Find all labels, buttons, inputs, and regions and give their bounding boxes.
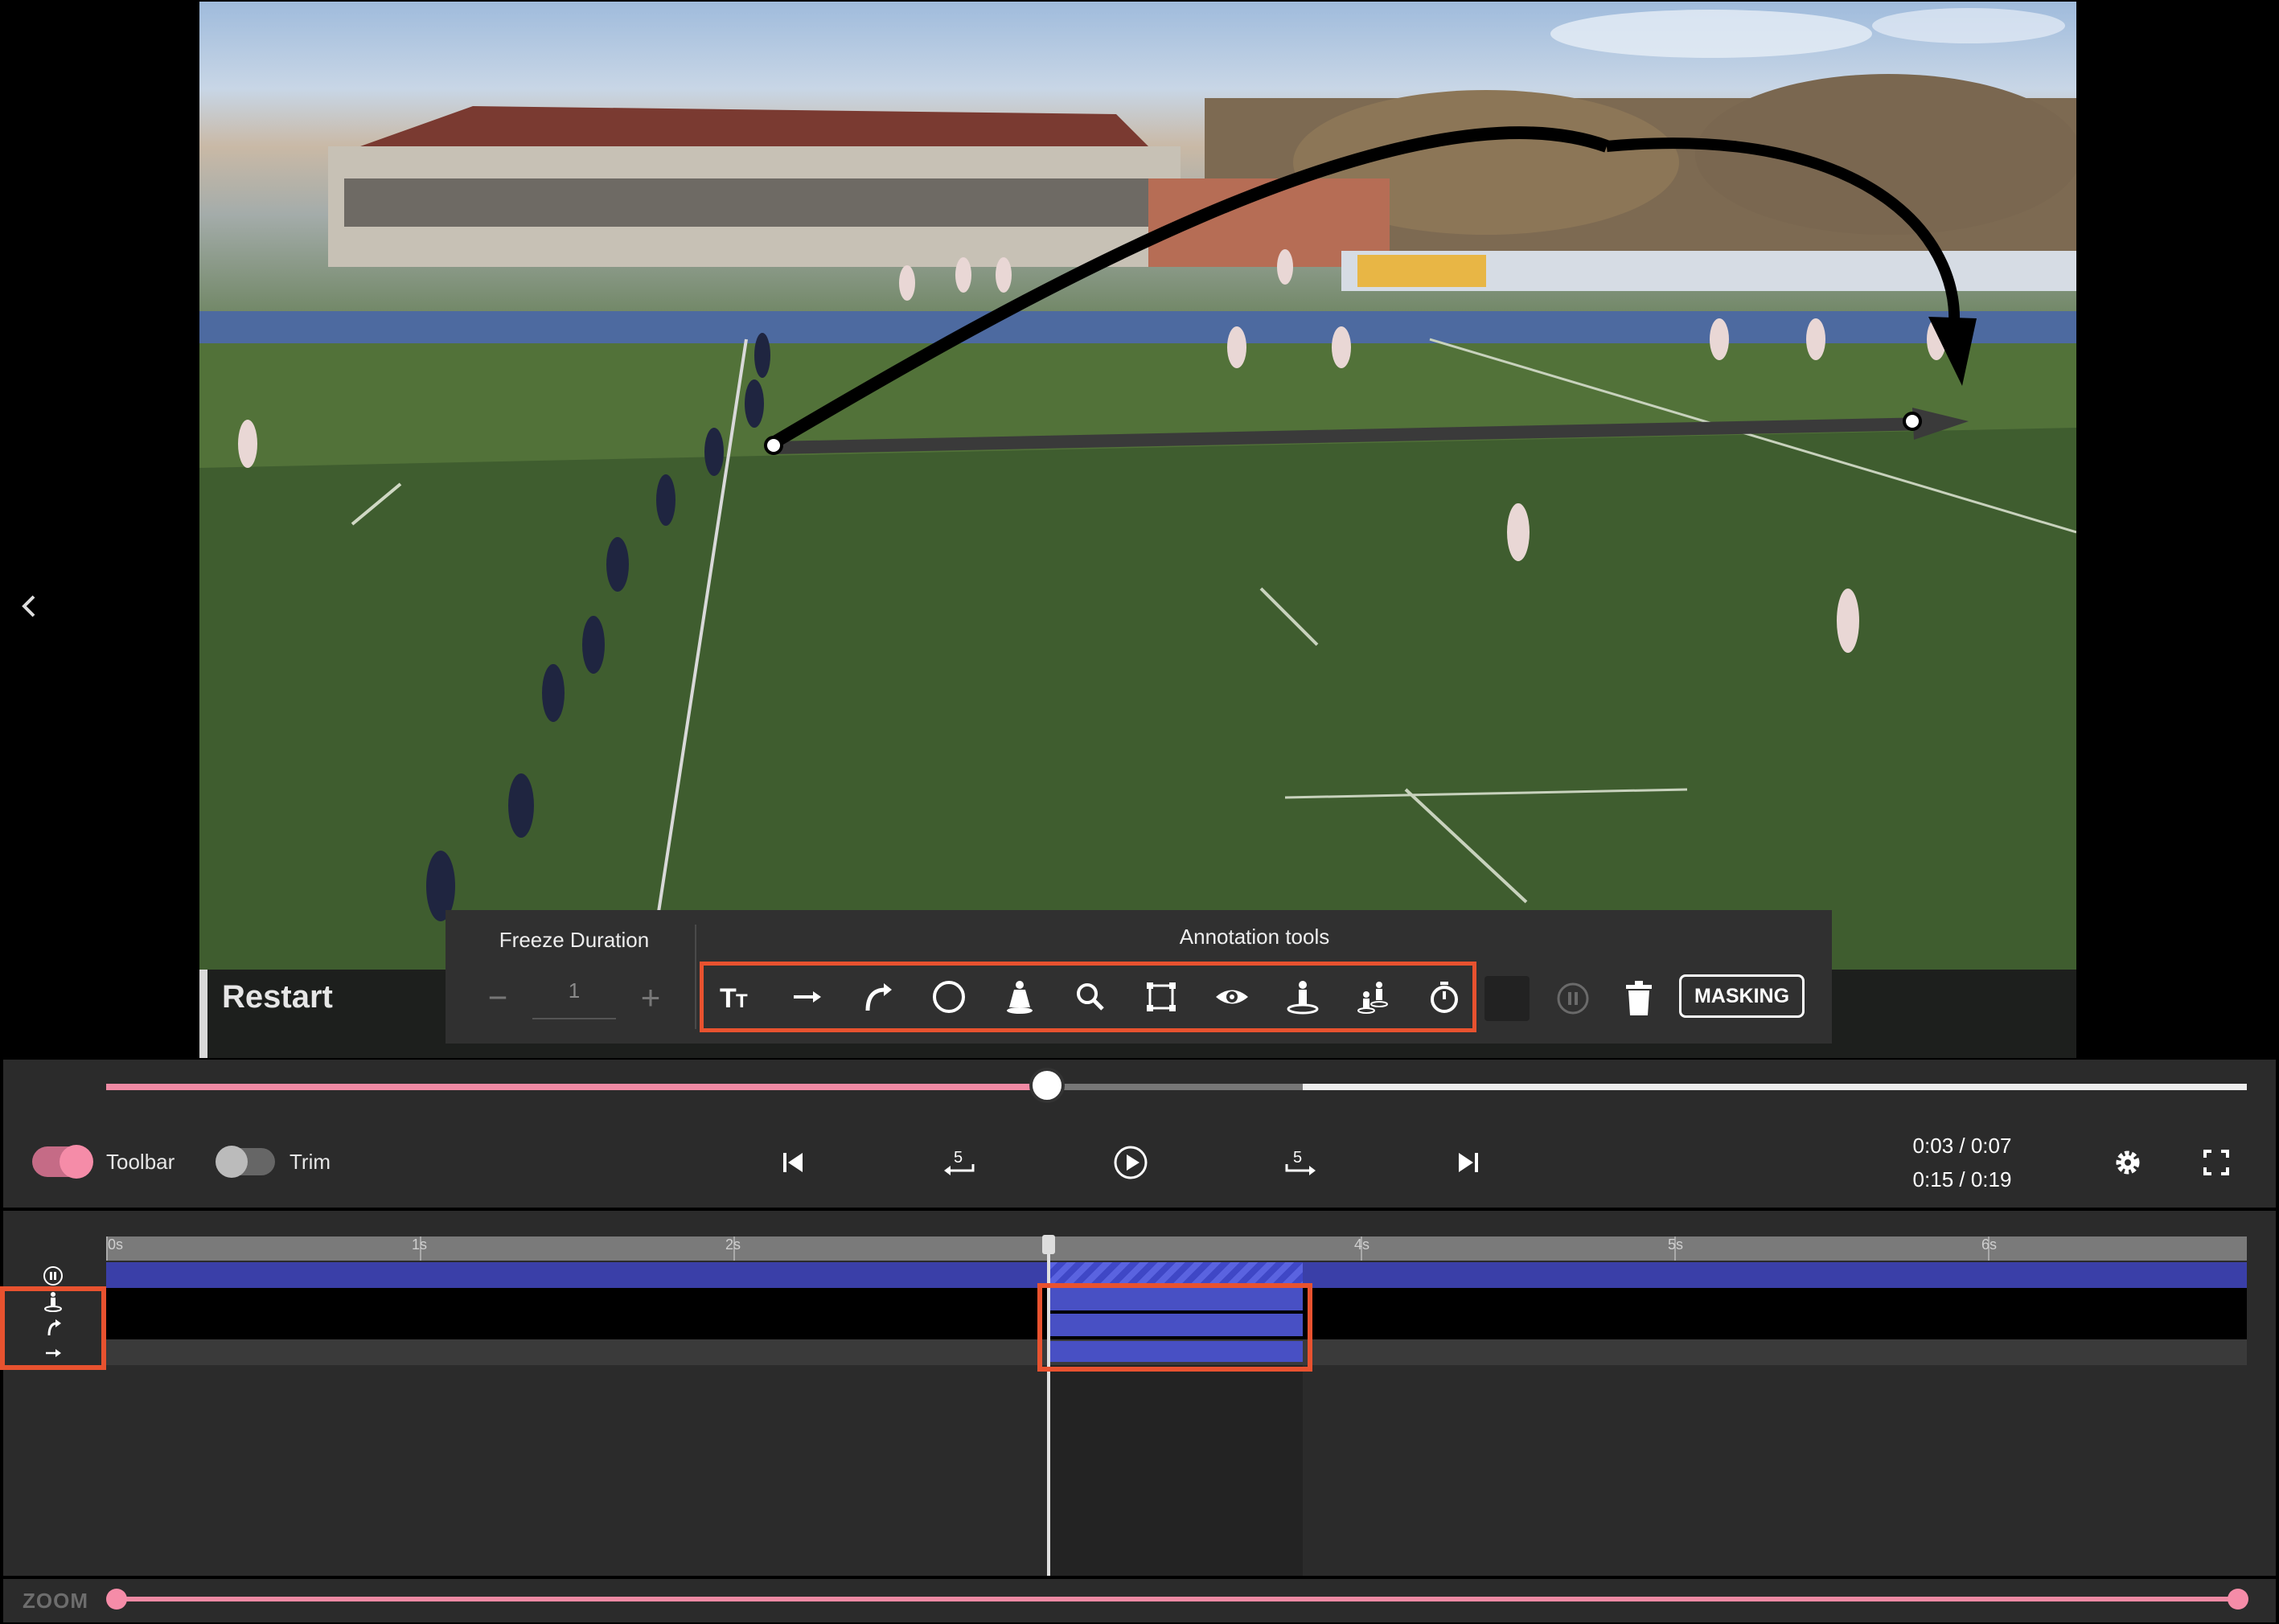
restart-marker	[199, 970, 207, 1058]
ruler-tick-label: 2s	[725, 1236, 741, 1253]
annotation-tools-highlight	[700, 962, 1476, 1032]
trim-toggle-label: Trim	[289, 1150, 331, 1174]
annotation-tools-title: Annotation tools	[1179, 925, 1330, 949]
ruler-tick-label: 5s	[1668, 1236, 1684, 1253]
play-icon[interactable]	[1105, 1137, 1156, 1188]
zoom-min-handle[interactable]	[106, 1589, 127, 1610]
skip-to-start-icon[interactable]	[767, 1137, 819, 1188]
toolbar-toggle-label: Toolbar	[106, 1150, 175, 1174]
track-icons-highlight	[0, 1286, 106, 1370]
rewind-seconds: 5	[954, 1149, 963, 1167]
clip-time: 0:03 / 0:07	[1912, 1134, 2012, 1158]
freeze-increment-button[interactable]: +	[632, 979, 669, 1016]
video-frame[interactable]	[199, 2, 2076, 970]
seek-handle[interactable]	[1029, 1068, 1065, 1103]
freeze-duration-title: Freeze Duration	[499, 928, 650, 952]
trash-icon[interactable]	[1616, 974, 1661, 1023]
restart-label[interactable]: Restart	[222, 974, 333, 1019]
seek-progress	[106, 1084, 1049, 1090]
toolbar-toggle[interactable]	[32, 1145, 93, 1179]
playhead-handle[interactable]	[1042, 1235, 1055, 1254]
timeline-ruler[interactable]	[106, 1236, 2247, 1261]
zoom-max-handle[interactable]	[2228, 1589, 2248, 1610]
trim-toggle[interactable]	[216, 1146, 275, 1178]
forward-seconds: 5	[1293, 1149, 1302, 1167]
pause-icon[interactable]	[1550, 976, 1595, 1021]
ruler-tick-label: 1s	[412, 1236, 428, 1253]
chevron-left-icon[interactable]	[13, 584, 45, 629]
toggle-knob	[216, 1146, 248, 1178]
fullscreen-icon[interactable]	[2191, 1137, 2242, 1188]
ruler-tick-label: 0s	[108, 1236, 124, 1253]
toggle-knob	[60, 1145, 93, 1179]
color-swatch[interactable]	[1484, 976, 1530, 1021]
selected-range-shade	[1049, 1365, 1303, 1576]
freeze-duration-input[interactable]: 1	[532, 973, 616, 1019]
ruler-tick-label: 6s	[1981, 1236, 1998, 1253]
video-scene	[199, 8, 2076, 970]
skip-to-end-icon[interactable]	[1443, 1137, 1494, 1188]
gear-icon[interactable]	[2102, 1137, 2154, 1188]
seek-trim-region	[1049, 1084, 1303, 1090]
freeze-decrement-button[interactable]: −	[479, 979, 516, 1016]
segments-highlight	[1037, 1283, 1312, 1372]
panel-divider	[695, 925, 696, 1029]
total-time: 0:15 / 0:19	[1912, 1167, 2012, 1191]
forward-5-icon[interactable]: 5	[1274, 1137, 1325, 1188]
ruler-tick-label: 4s	[1354, 1236, 1370, 1253]
rewind-5-icon[interactable]: 5	[934, 1137, 986, 1188]
zoom-label: ZOOM	[23, 1589, 88, 1613]
masking-button[interactable]: MASKING	[1679, 974, 1805, 1018]
zoom-slider-track[interactable]	[116, 1597, 2236, 1601]
pause-track-icon	[39, 1264, 68, 1288]
